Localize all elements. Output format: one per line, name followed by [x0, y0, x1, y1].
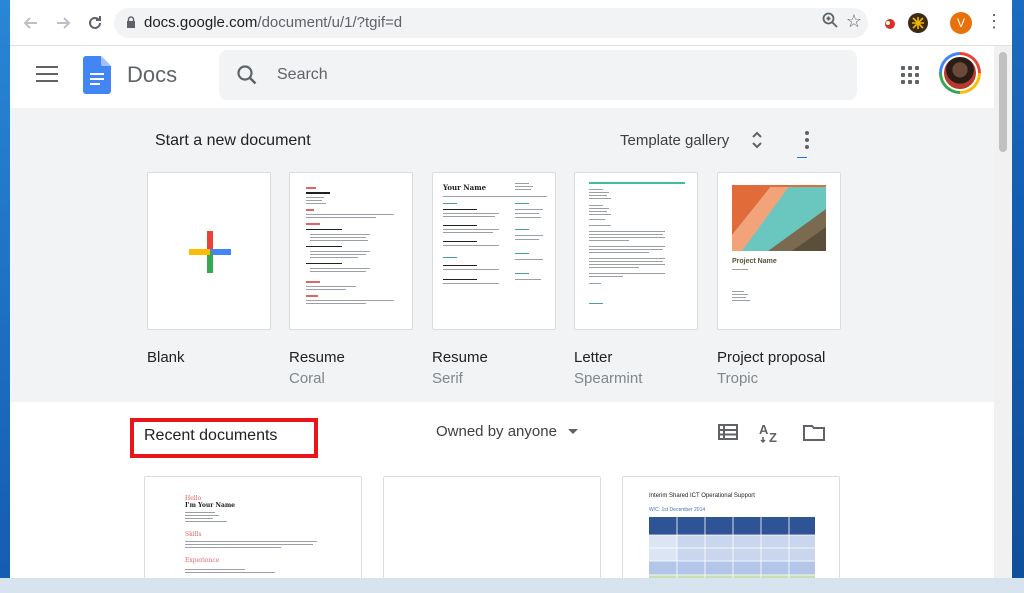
template-name: Project proposal: [717, 349, 826, 366]
url-text: docs.google.com/document/u/1/?tgif=d: [144, 14, 403, 31]
account-avatar[interactable]: [939, 52, 981, 94]
browser-window: docs.google.com/document/u/1/?tgif=d ☆ V…: [10, 0, 1012, 578]
svg-text:Z: Z: [769, 430, 777, 444]
template-blank[interactable]: Blank: [147, 172, 271, 370]
doc-preview-text: Interim Shared ICT Operational Support: [649, 493, 755, 499]
template-thumbnail: Your Name: [432, 172, 556, 330]
template-subtitle: Spearmint: [574, 370, 643, 387]
address-bar[interactable]: docs.google.com/document/u/1/?tgif=d ☆: [114, 8, 868, 38]
template-project-proposal-tropic[interactable]: Project Name Project proposal Tropic: [717, 172, 841, 387]
list-view-icon[interactable]: [716, 420, 740, 444]
template-resume-serif[interactable]: Your Name Resume Serif: [432, 172, 556, 387]
template-resume-coral[interactable]: Resume Coral: [289, 172, 413, 387]
recent-document-card[interactable]: [383, 476, 601, 578]
recent-documents-heading: Recent documents: [144, 427, 278, 444]
tropic-cover-graphic: [732, 185, 826, 251]
forward-icon[interactable]: [50, 10, 76, 36]
recent-documents-section: Recent documents Owned by anyone AZ Hell…: [10, 402, 994, 578]
template-name: Letter: [574, 349, 613, 366]
doc-preview-text: W/C: 1st December 2014: [649, 507, 706, 513]
thumbnail-title: Your Name: [443, 183, 487, 192]
lock-icon: [127, 16, 135, 28]
doc-preview-text: Hello: [185, 495, 202, 502]
os-taskbar: [0, 578, 1024, 593]
app-title[interactable]: Docs: [127, 62, 177, 88]
template-subtitle: Serif: [432, 370, 463, 387]
plus-icon: [189, 231, 231, 273]
docs-header: Docs Search: [10, 46, 1012, 108]
bookmark-star-icon[interactable]: ☆: [846, 11, 862, 32]
template-thumbnail: [147, 172, 271, 330]
svg-text:A: A: [759, 422, 769, 437]
start-new-document-heading: Start a new document: [155, 132, 311, 149]
folder-picker-icon[interactable]: [802, 420, 826, 444]
search-placeholder: Search: [277, 66, 328, 83]
extension-icon-2[interactable]: [908, 13, 928, 33]
owner-filter-dropdown[interactable]: Owned by anyone: [436, 423, 557, 440]
docs-logo-icon[interactable]: [83, 56, 111, 94]
dropdown-caret-icon[interactable]: [568, 429, 578, 434]
template-section: Start a new document Template gallery Bl…: [10, 108, 994, 402]
template-thumbnail: [574, 172, 698, 330]
template-subtitle: Tropic: [717, 370, 759, 387]
template-thumbnail: [289, 172, 413, 330]
doc-preview-text: I'm Your Name: [185, 502, 235, 509]
browser-menu-icon[interactable]: ⋮: [985, 11, 1003, 32]
doc-table-preview: [649, 517, 815, 578]
template-subtitle: Coral: [289, 370, 325, 387]
back-icon[interactable]: [18, 10, 44, 36]
browser-toolbar: docs.google.com/document/u/1/?tgif=d ☆ V…: [10, 0, 1012, 46]
google-apps-icon[interactable]: [901, 66, 919, 84]
zoom-icon[interactable]: [822, 12, 838, 33]
recent-document-card[interactable]: Hello I'm Your Name Skills Experience: [144, 476, 362, 578]
reload-icon[interactable]: [82, 10, 108, 36]
search-input[interactable]: Search: [219, 50, 857, 100]
sort-az-icon[interactable]: AZ: [758, 420, 782, 445]
main-menu-icon[interactable]: [36, 66, 58, 84]
more-options-icon[interactable]: [797, 128, 817, 158]
template-name: Resume: [432, 349, 488, 366]
template-gallery-button[interactable]: Template gallery: [620, 132, 729, 149]
template-letter-spearmint[interactable]: Letter Spearmint: [574, 172, 698, 387]
page-scrollbar[interactable]: [994, 46, 1012, 578]
browser-profile-avatar[interactable]: V: [950, 12, 972, 34]
search-icon[interactable]: [235, 63, 259, 87]
scrollbar-thumb[interactable]: [999, 52, 1007, 152]
recent-document-card[interactable]: Interim Shared ICT Operational Support W…: [622, 476, 840, 578]
unfold-icon[interactable]: [750, 130, 764, 150]
doc-preview-text: Experience: [185, 557, 220, 564]
template-name: Resume: [289, 349, 345, 366]
doc-preview-text: Skills: [185, 531, 202, 538]
template-thumbnail: Project Name: [717, 172, 841, 330]
extension-icon-1[interactable]: [882, 15, 898, 31]
thumbnail-title: Project Name: [732, 258, 777, 265]
template-name: Blank: [147, 349, 185, 366]
